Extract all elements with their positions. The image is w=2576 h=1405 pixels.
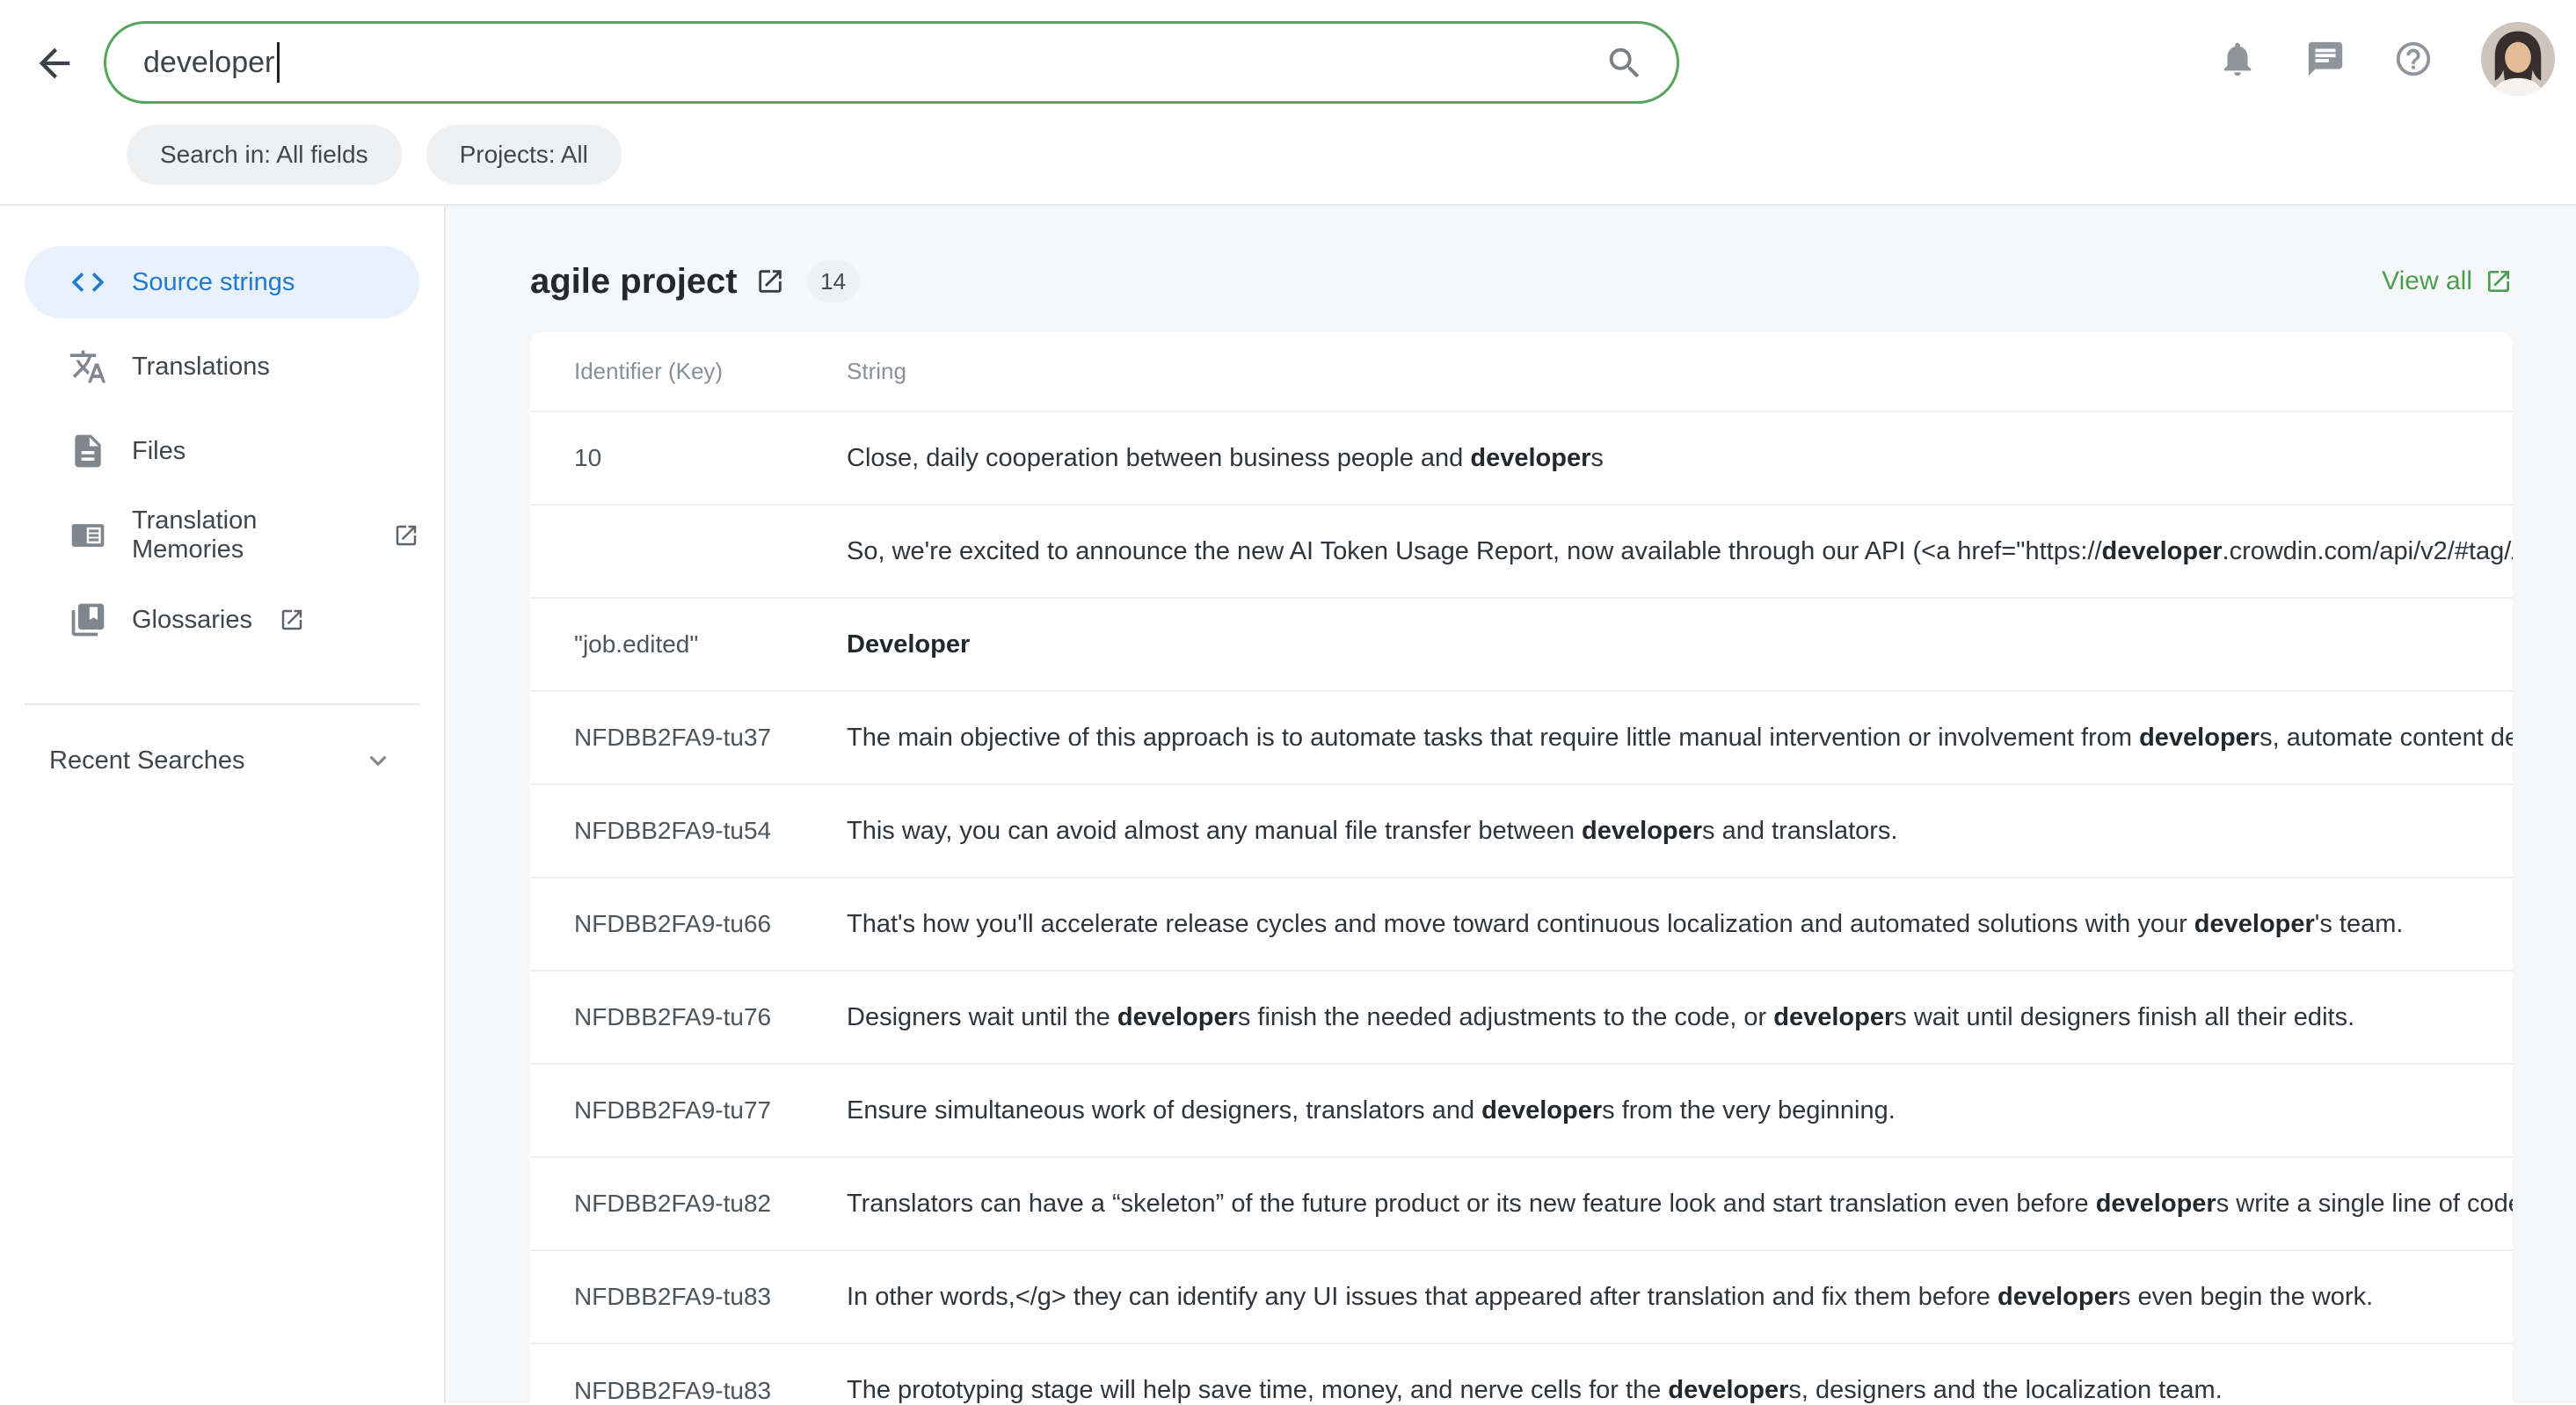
search-input-value: developer: [143, 46, 274, 80]
notifications-bell-icon[interactable]: [2217, 39, 2258, 79]
table-row[interactable]: NFDBB2FA9-tu83In other words,</g> they c…: [530, 1250, 2513, 1343]
row-string: Translators can have a “skeleton” of the…: [847, 1157, 2513, 1250]
row-string: Ensure simultaneous work of designers, t…: [847, 1064, 2513, 1157]
row-string: The main objective of this approach is t…: [847, 691, 2513, 784]
results-panel: agile project 14 View all Identifier (Ke…: [446, 206, 2576, 1403]
sidebar: Source strings Translations Files: [0, 206, 446, 1403]
results-table: Identifier (Key) String 10Close, daily c…: [530, 332, 2513, 1403]
project-external-link-icon[interactable]: [755, 266, 785, 296]
table-row[interactable]: NFDBB2FA9-tu83The prototyping stage will…: [530, 1343, 2513, 1403]
row-identifier: "job.edited": [530, 598, 847, 691]
row-string: Developer: [847, 598, 2513, 691]
translation-memory-icon: [69, 516, 107, 555]
filter-search-in-label: Search in: All fields: [160, 141, 368, 169]
table-row[interactable]: NFDBB2FA9-tu66That's how you'll accelera…: [530, 877, 2513, 971]
row-identifier: [530, 505, 847, 598]
table-row[interactable]: NFDBB2FA9-tu54This way, you can avoid al…: [530, 784, 2513, 877]
sidebar-item-translations[interactable]: Translations: [25, 331, 419, 403]
row-identifier: NFDBB2FA9-tu37: [530, 691, 847, 784]
external-link-icon: [279, 607, 305, 633]
row-string: In other words,</g> they can identify an…: [847, 1250, 2513, 1343]
row-identifier: NFDBB2FA9-tu76: [530, 971, 847, 1064]
table-header-row: Identifier (Key) String: [530, 332, 2513, 411]
column-header-string: String: [847, 332, 2513, 411]
chevron-down-icon: [361, 744, 395, 777]
results-card: Identifier (Key) String 10Close, daily c…: [530, 332, 2513, 1403]
translate-icon: [69, 347, 107, 386]
recent-searches-label: Recent Searches: [49, 746, 244, 775]
table-row[interactable]: NFDBB2FA9-tu77Ensure simultaneous work o…: [530, 1064, 2513, 1157]
row-identifier: NFDBB2FA9-tu83: [530, 1250, 847, 1343]
row-identifier: 10: [530, 411, 847, 505]
back-button[interactable]: [32, 40, 77, 86]
row-identifier: NFDBB2FA9-tu66: [530, 877, 847, 971]
project-section-header: agile project 14 View all: [530, 260, 2513, 302]
sidebar-item-source-strings[interactable]: Source strings: [25, 246, 419, 318]
sidebar-divider: [25, 703, 419, 705]
sidebar-item-files[interactable]: Files: [25, 415, 419, 487]
messages-chat-icon[interactable]: [2305, 39, 2346, 79]
help-icon[interactable]: [2393, 39, 2434, 79]
table-row[interactable]: NFDBB2FA9-tu76Designers wait until the d…: [530, 971, 2513, 1064]
filter-projects[interactable]: Projects: All: [426, 125, 622, 185]
table-row[interactable]: So, we're excited to announce the new AI…: [530, 505, 2513, 598]
search-icon[interactable]: [1605, 43, 1645, 84]
top-bar: developer Search in: All fields Projects…: [0, 0, 2576, 206]
row-identifier: NFDBB2FA9-tu83: [530, 1343, 847, 1403]
row-string: That's how you'll accelerate release cyc…: [847, 877, 2513, 971]
file-icon: [69, 432, 107, 470]
external-link-icon: [2485, 267, 2513, 295]
user-avatar[interactable]: [2481, 22, 2555, 96]
row-identifier: NFDBB2FA9-tu54: [530, 784, 847, 877]
text-caret: [277, 42, 280, 83]
view-all-label: View all: [2382, 266, 2472, 296]
search-input[interactable]: developer: [104, 21, 1679, 104]
view-all-link[interactable]: View all: [2382, 266, 2513, 296]
row-identifier: NFDBB2FA9-tu82: [530, 1157, 847, 1250]
column-header-identifier: Identifier (Key): [530, 332, 847, 411]
recent-searches-toggle[interactable]: Recent Searches: [49, 744, 395, 777]
search-filters: Search in: All fields Projects: All: [127, 125, 622, 185]
filter-search-in[interactable]: Search in: All fields: [127, 125, 402, 185]
top-actions: [2217, 21, 2555, 97]
row-string: So, we're excited to announce the new AI…: [847, 505, 2513, 598]
row-string: The prototyping stage will help save tim…: [847, 1343, 2513, 1403]
table-row[interactable]: NFDBB2FA9-tu82Translators can have a “sk…: [530, 1157, 2513, 1250]
sidebar-item-label: Glossaries: [132, 606, 252, 635]
table-row[interactable]: "job.edited"Developer: [530, 598, 2513, 691]
row-string: Designers wait until the developers fini…: [847, 971, 2513, 1064]
table-row[interactable]: NFDBB2FA9-tu37The main objective of this…: [530, 691, 2513, 784]
glossary-icon: [69, 601, 107, 639]
project-title: agile project: [530, 262, 738, 302]
filter-projects-label: Projects: All: [460, 141, 588, 169]
sidebar-item-label: Translations: [132, 353, 270, 382]
row-identifier: NFDBB2FA9-tu77: [530, 1064, 847, 1157]
external-link-icon: [393, 522, 419, 549]
row-string: This way, you can avoid almost any manua…: [847, 784, 2513, 877]
sidebar-item-translation-memories[interactable]: Translation Memories: [25, 499, 419, 571]
result-count-badge: 14: [808, 260, 859, 302]
sidebar-item-label: Files: [132, 437, 186, 466]
row-string: Close, daily cooperation between busines…: [847, 411, 2513, 505]
code-icon: [69, 263, 107, 302]
table-row[interactable]: 10Close, daily cooperation between busin…: [530, 411, 2513, 505]
sidebar-item-label: Source strings: [132, 268, 295, 297]
sidebar-item-glossaries[interactable]: Glossaries: [25, 584, 419, 656]
table-body: 10Close, daily cooperation between busin…: [530, 411, 2513, 1403]
sidebar-item-label: Translation Memories: [132, 506, 367, 564]
arrow-back-icon: [32, 40, 77, 86]
